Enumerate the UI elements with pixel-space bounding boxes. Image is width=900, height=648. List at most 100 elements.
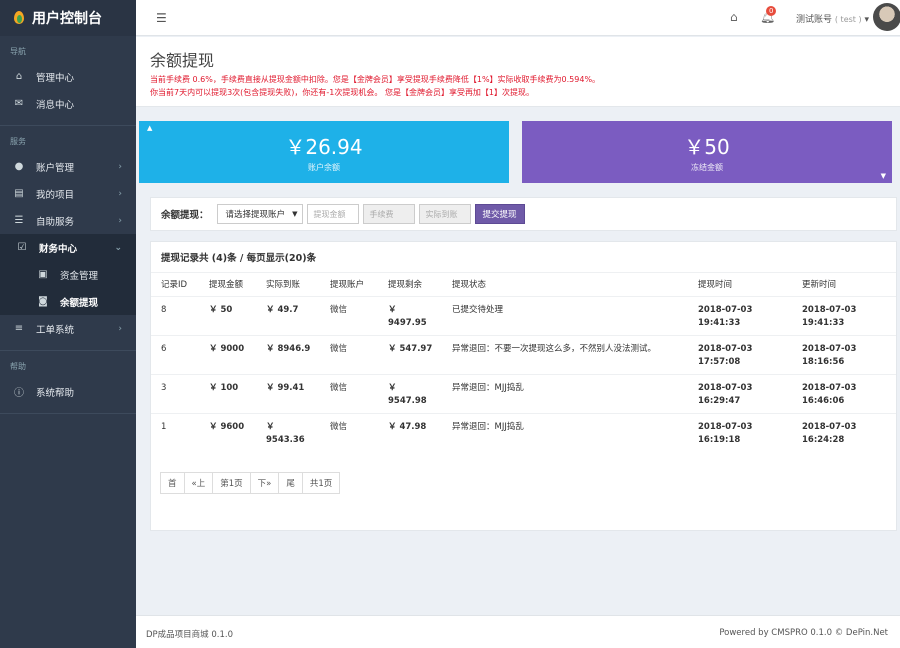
records-panel: 提现记录共 (4)条 / 每页显示(20)条 记录ID 提现金额 实际到账 提现… — [150, 241, 897, 531]
sidebar-item-my-projects[interactable]: ▤ 我的项目 › — [0, 180, 136, 207]
col-amount: 提现金额 — [209, 280, 244, 290]
caret-down-icon: ▾ — [864, 15, 869, 25]
logo-icon — [12, 11, 26, 25]
page-current[interactable]: 第1页 — [212, 472, 251, 494]
topbar: ☰ ⌂ 🔔︎ 0 测试账号 ( test ) ▾ — [136, 0, 900, 36]
col-status: 提现状态 — [452, 280, 487, 290]
sidebar-item-label: 管理中心 — [36, 72, 75, 84]
sidebar-item-account-mgmt[interactable]: ● 账户管理 › — [0, 153, 136, 180]
page-header: 余额提现 当前手续费 0.6%，手续费直接从提现金额中扣除。您是【金牌会员】享受… — [136, 37, 900, 107]
frozen-card: ￥50 冻结金额 ▼ — [522, 121, 892, 183]
sidebar-item-label: 系统帮助 — [36, 387, 75, 399]
table-row: 8 ￥ 50 ￥ 49.7 微信 ￥ 9497.95 已提交待处理 2018-0… — [151, 296, 896, 336]
cell-updated: 2018-07-03 16:46:06 — [792, 374, 896, 414]
cell-status: 已提交待处理 — [442, 296, 688, 336]
cell-remaining: ￥ 9497.95 — [378, 296, 442, 336]
sidebar-item-admin-center[interactable]: ⌂ 管理中心 — [0, 63, 136, 90]
cell-remaining: ￥ 9547.98 — [378, 374, 442, 414]
cell-actual: ￥ 49.7 — [256, 296, 320, 336]
cell-time: 2018-07-03 17:57:08 — [688, 335, 792, 375]
amount-input[interactable]: 提现金额 — [306, 204, 359, 224]
list-icon: ▤ — [14, 188, 24, 199]
cell-amount: ￥ 50 — [199, 296, 256, 336]
records-title: 提现记录共 (4)条 / 每页显示(20)条 — [151, 242, 896, 273]
chevron-right-icon: › — [118, 188, 122, 199]
page-title: 余额提现 — [150, 51, 215, 70]
cell-updated: 2018-07-03 18:16:56 — [792, 335, 896, 375]
home-icon: ⌂ — [15, 71, 23, 82]
limit-notice: 你当前7天内可以提现3次(包含提现失败)，你还有-1次提现机会。 您是【金牌会员… — [150, 88, 535, 97]
sidebar-item-system-help[interactable]: ⓘ 系统帮助 — [0, 378, 136, 405]
col-time: 提现时间 — [698, 280, 733, 290]
home-icon[interactable]: ⌂ — [730, 10, 738, 24]
check-square-icon: ☑ — [17, 242, 27, 253]
cell-time: 2018-07-03 16:29:47 — [688, 374, 792, 414]
account-select[interactable]: 请选择提现账户 ▼ — [216, 204, 303, 224]
sidebar-item-finance-center[interactable]: ☑ 财务中心 ⌄ — [0, 234, 136, 261]
chevron-down-icon: ⌄ — [114, 242, 122, 253]
user-icon: ● — [14, 161, 24, 172]
col-id: 记录ID — [161, 280, 188, 290]
page-total: 共1页 — [301, 472, 341, 494]
sidebar-item-fund-mgmt[interactable]: ▣ 资金管理 — [0, 261, 136, 288]
sidebar-item-ticket-system[interactable]: ≡ 工单系统 › — [0, 315, 136, 342]
finance-submenu: ▣ 资金管理 ◙ 余额提现 — [0, 261, 136, 315]
submit-withdraw-button[interactable]: 提交提现 — [474, 204, 525, 224]
main-content: 余额提现 当前手续费 0.6%，手续费直接从提现金额中扣除。您是【金牌会员】享受… — [136, 37, 900, 615]
footer-right: Powered by CMSPRO 0.1.0 © DePin.Net — [719, 628, 888, 638]
sidebar-item-balance-withdraw[interactable]: ◙ 余额提现 — [0, 288, 136, 315]
page-last[interactable]: 尾 — [278, 472, 303, 494]
page-prev[interactable]: «上 — [183, 472, 214, 494]
info-icon: ⓘ — [14, 388, 24, 399]
caret-up-icon: ▲ — [147, 124, 153, 132]
balance-value: ￥26.94 — [285, 135, 363, 159]
col-remaining: 提现剩余 — [388, 280, 423, 290]
sidebar: 用户控制台 导航 ⌂ 管理中心 ✉ 消息中心 服务 ● 账户管理 › ▤ 我的项… — [0, 0, 136, 648]
records-table: 记录ID 提现金额 实际到账 提现账户 提现剩余 提现状态 提现时间 更新时间 … — [151, 273, 896, 453]
brand[interactable]: 用户控制台 — [0, 0, 136, 36]
user-tag: ( test ) — [834, 15, 862, 24]
avatar[interactable] — [873, 3, 900, 31]
cell-id: 3 — [151, 374, 199, 414]
cell-id: 6 — [151, 335, 199, 375]
form-label: 余额提现： — [161, 210, 209, 221]
bars-icon: ≡ — [14, 323, 24, 334]
cell-account: 微信 — [320, 413, 378, 453]
cell-id: 1 — [151, 413, 199, 453]
sidebar-item-label: 消息中心 — [36, 99, 75, 111]
nav-section-header: 导航 — [10, 47, 26, 56]
money-icon: ◙ — [38, 296, 48, 307]
balance-card: ▲ ￥26.94 账户余额 — [139, 121, 509, 183]
service-section-header: 服务 — [10, 137, 26, 146]
table-row: 6 ￥ 9000 ￥ 8946.9 微信 ￥ 547.97 异常退回：不要一次提… — [151, 335, 896, 375]
chevron-right-icon: › — [118, 323, 122, 334]
menu-toggle-icon[interactable]: ☰ — [156, 11, 167, 25]
chevron-right-icon: › — [118, 215, 122, 226]
pagination: 首 «上 第1页 下» 尾 共1页 — [160, 472, 341, 494]
cell-id: 8 — [151, 296, 199, 336]
user-menu[interactable]: 测试账号 ( test ) ▾ — [796, 12, 869, 25]
table-header-row: 记录ID 提现金额 实际到账 提现账户 提现剩余 提现状态 提现时间 更新时间 — [151, 273, 896, 297]
envelope-icon: ✉ — [14, 98, 24, 109]
cell-amount: ￥ 9000 — [199, 335, 256, 375]
cell-amount: ￥ 9600 — [199, 413, 256, 453]
page-first[interactable]: 首 — [160, 472, 185, 494]
cell-remaining: ￥ 47.98 — [378, 413, 442, 453]
account-select-value: 请选择提现账户 — [225, 210, 286, 220]
cell-time: 2018-07-03 19:41:33 — [688, 296, 792, 336]
page-next[interactable]: 下» — [249, 472, 280, 494]
actual-field: 实际到账 — [418, 204, 471, 224]
cell-account: 微信 — [320, 374, 378, 414]
frozen-label: 冻结金额 — [691, 163, 723, 172]
fee-field: 手续费 — [362, 204, 415, 224]
sidebar-item-self-service[interactable]: ☰ 自助服务 › — [0, 207, 136, 234]
sidebar-item-label: 账户管理 — [36, 162, 75, 174]
cell-updated: 2018-07-03 16:24:28 — [792, 413, 896, 453]
withdraw-form: 余额提现： 请选择提现账户 ▼ 提现金额 手续费 实际到账 提交提现 — [150, 197, 897, 231]
cell-actual: ￥ 8946.9 — [256, 335, 320, 375]
cell-account: 微信 — [320, 335, 378, 375]
sidebar-item-label: 财务中心 — [39, 243, 78, 255]
sidebar-item-message-center[interactable]: ✉ 消息中心 — [0, 90, 136, 117]
cell-amount: ￥ 100 — [199, 374, 256, 414]
sidebar-item-label: 资金管理 — [60, 270, 99, 282]
